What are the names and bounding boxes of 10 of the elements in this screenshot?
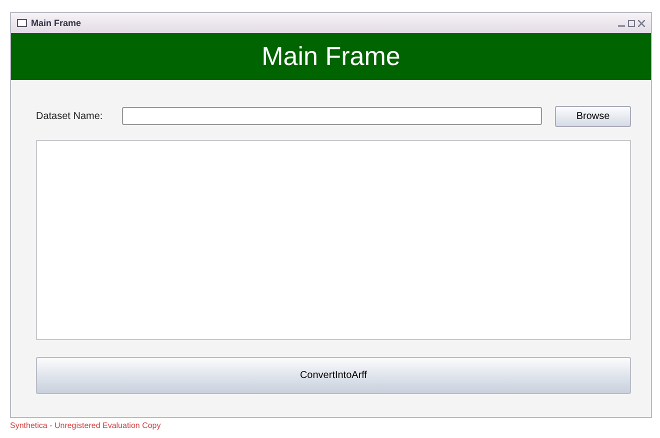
maximize-icon[interactable] xyxy=(628,20,635,26)
close-icon[interactable] xyxy=(638,20,645,26)
convert-button[interactable]: ConvertIntoArff xyxy=(36,357,631,394)
window-icon xyxy=(17,19,27,27)
header-title: Main Frame xyxy=(262,41,400,72)
window-title: Main Frame xyxy=(31,18,82,28)
status-text: Synthetica - Unregistered Evaluation Copy xyxy=(10,421,161,430)
dataset-name-label: Dataset Name: xyxy=(36,110,104,122)
dataset-name-field[interactable] xyxy=(122,107,542,125)
browse-button[interactable]: Browse xyxy=(555,106,631,126)
